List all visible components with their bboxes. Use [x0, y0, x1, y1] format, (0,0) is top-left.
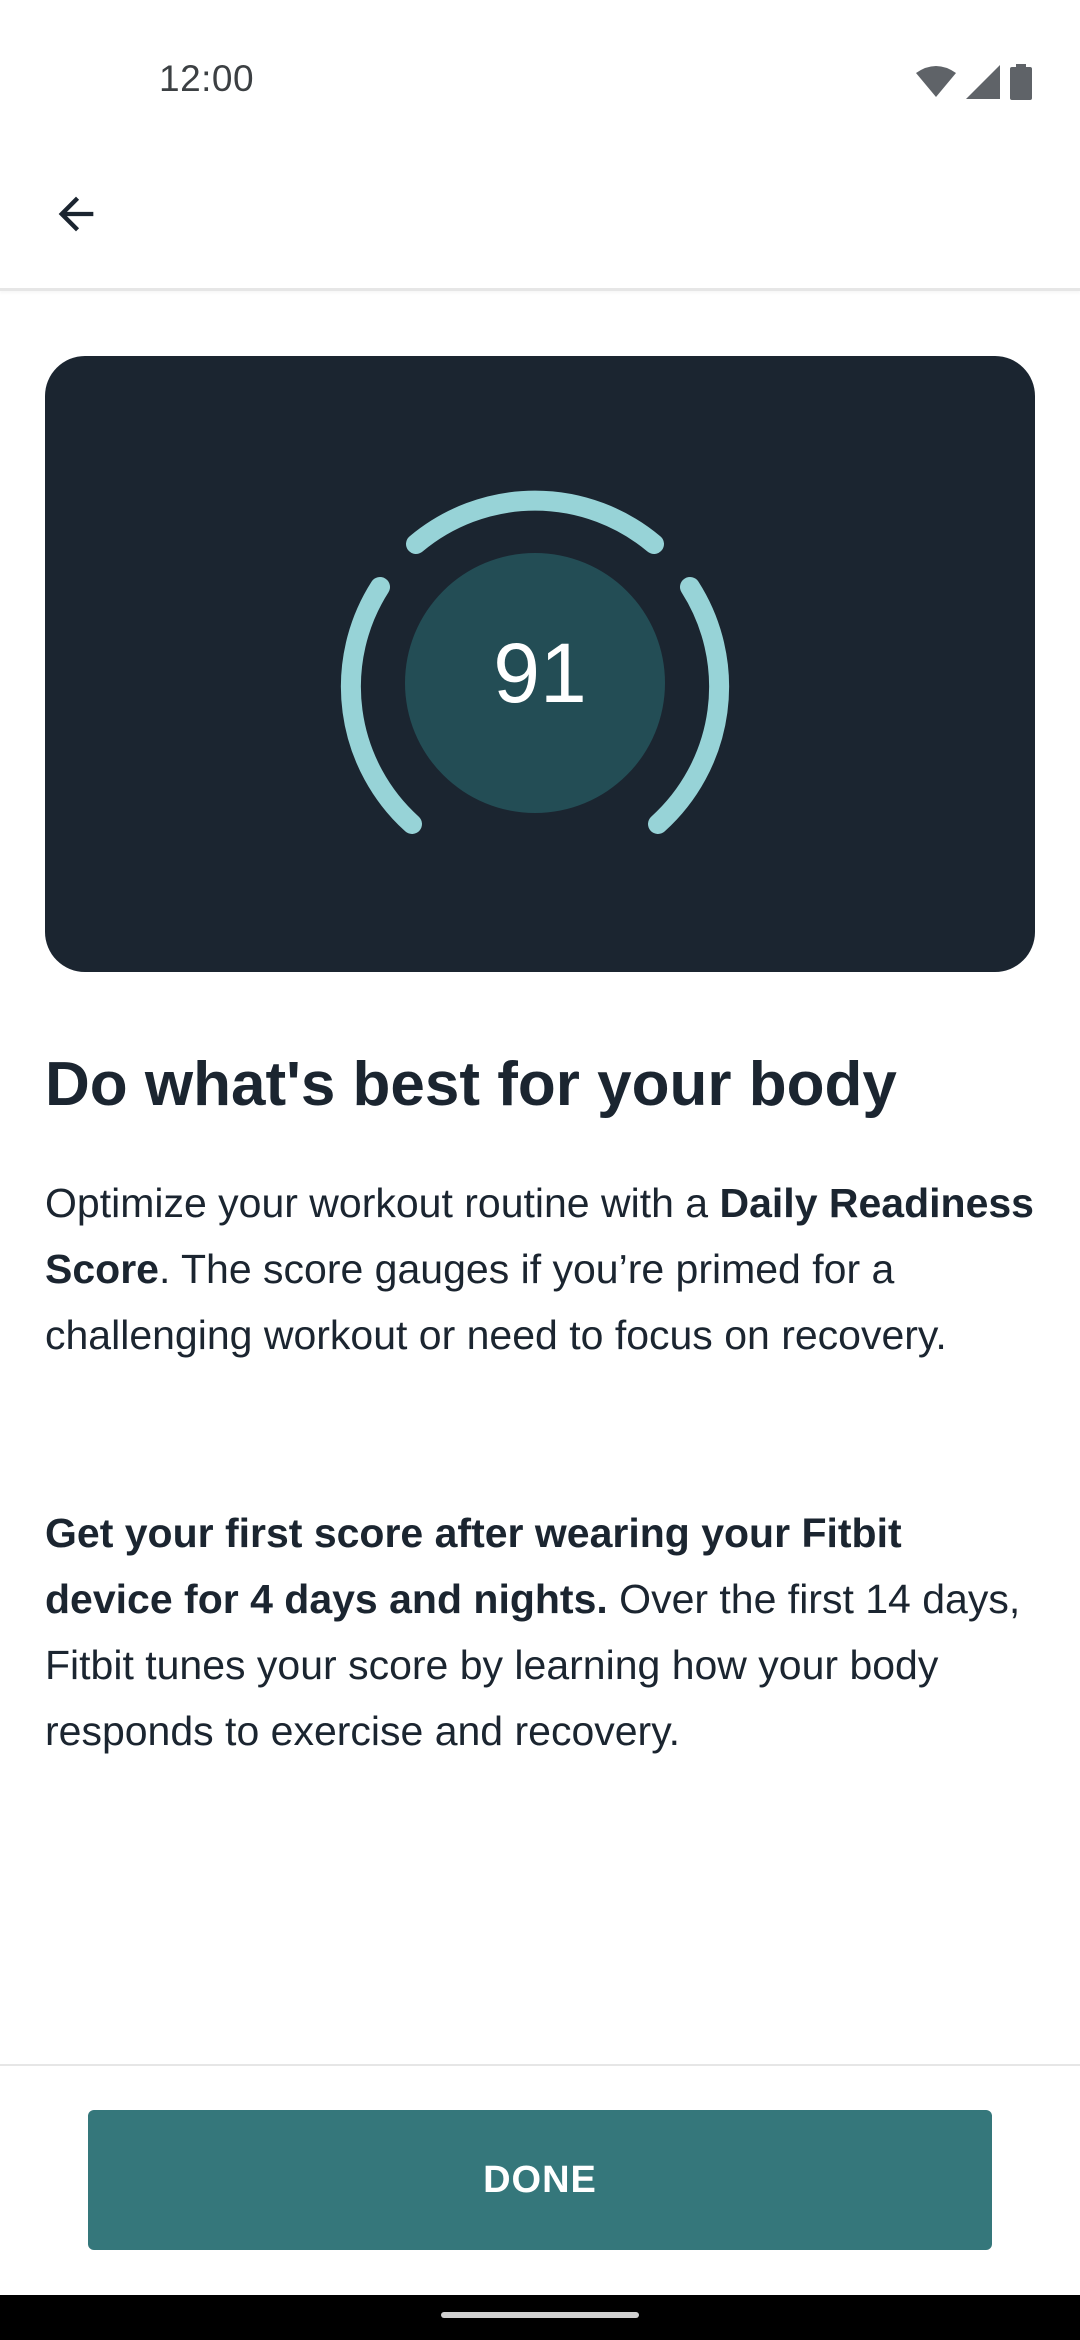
- status-bar: 12:00: [0, 0, 1080, 132]
- wifi-icon: [916, 65, 956, 99]
- status-icons: [916, 62, 1032, 102]
- done-button[interactable]: DONE: [88, 2110, 992, 2250]
- readiness-score-card: 91: [45, 356, 1035, 972]
- description-paragraph-2: Get your first score after wearing your …: [45, 1500, 1035, 1764]
- arrow-back-icon: [50, 188, 102, 245]
- description-text-a: Optimize your workout routine with a: [45, 1180, 720, 1226]
- app-bar: [0, 132, 1080, 291]
- description-text-b: . The score gauges if you’re primed for …: [45, 1246, 947, 1358]
- readiness-score-value: 91: [493, 626, 587, 720]
- battery-icon: [1010, 64, 1032, 100]
- page-title: Do what's best for your body: [45, 1050, 897, 1119]
- cellular-signal-icon: [966, 65, 1000, 99]
- home-indicator[interactable]: [441, 2312, 639, 2318]
- gauge-arc-right: [648, 577, 730, 834]
- status-time: 12:00: [159, 58, 255, 99]
- back-button[interactable]: [40, 180, 112, 252]
- footer-divider: [0, 2064, 1080, 2066]
- gauge-arc-top: [406, 490, 664, 554]
- description-paragraph-1: Optimize your workout routine with a Dai…: [45, 1170, 1035, 1368]
- readiness-intro-screen: 12:00 91 Do what's best for your body Op…: [0, 0, 1080, 2340]
- system-navigation-bar: [0, 2295, 1080, 2340]
- gauge-arc-left: [340, 577, 422, 834]
